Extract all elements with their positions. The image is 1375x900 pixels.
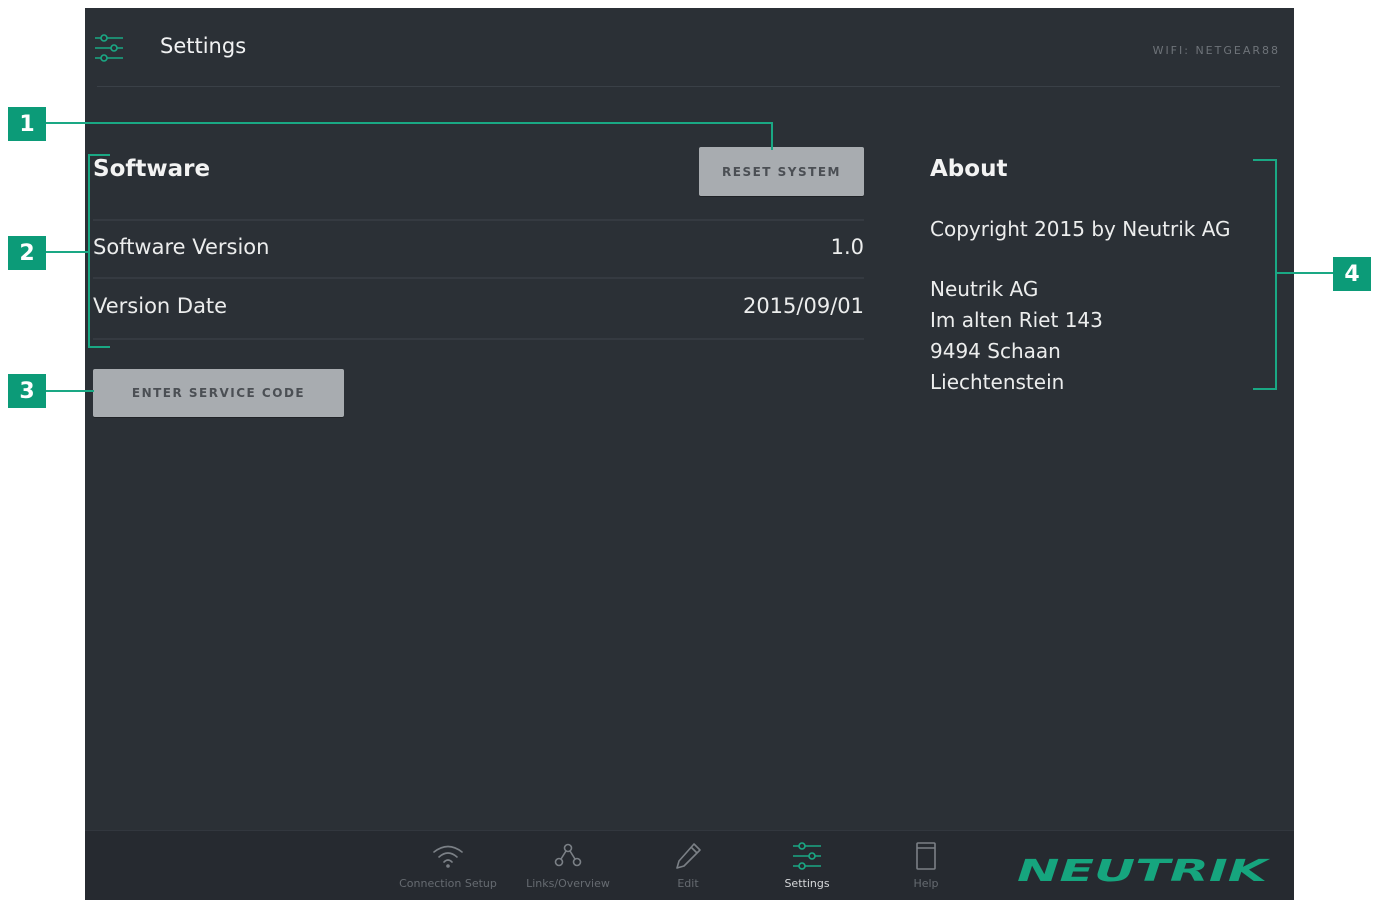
header-divider xyxy=(97,86,1280,87)
row-divider xyxy=(93,338,864,340)
callout-line xyxy=(46,251,88,253)
links-icon xyxy=(554,843,582,867)
callout-line xyxy=(46,122,773,124)
sliders-icon[interactable] xyxy=(93,33,125,63)
nav-item-connection-setup[interactable]: Connection Setup xyxy=(388,841,508,890)
version-date-label: Version Date xyxy=(93,294,228,318)
callout-bracket xyxy=(88,346,110,348)
nav-label-connection-setup: Connection Setup xyxy=(399,877,497,890)
callout-bracket xyxy=(88,154,110,156)
nav-label-edit: Edit xyxy=(677,877,699,890)
software-version-label: Software Version xyxy=(93,235,270,259)
callout-badge: 1 xyxy=(8,107,46,141)
row-divider xyxy=(93,219,864,221)
address-line: Im alten Riet 143 xyxy=(930,308,1103,332)
software-version-value: 1.0 xyxy=(830,235,864,259)
version-date-value: 2015/09/01 xyxy=(742,294,864,318)
callout-line xyxy=(1276,272,1333,274)
callout-badge: 3 xyxy=(8,374,46,408)
reset-system-button[interactable]: RESET SYSTEM xyxy=(699,147,864,196)
pencil-icon xyxy=(676,843,701,869)
neutrik-logo: NEUTRIK xyxy=(1017,855,1272,885)
nav-label-help: Help xyxy=(913,877,939,890)
nav-label-settings: Settings xyxy=(784,877,830,890)
header: Settings WIFI: NETGEAR88 xyxy=(85,8,1294,88)
app-window: Settings WIFI: NETGEAR88 Software RESET … xyxy=(85,8,1294,900)
address-line: 9494 Schaan xyxy=(930,339,1061,363)
callout-bracket xyxy=(1253,159,1277,161)
nav-label-links-overview: Links/Overview xyxy=(526,877,610,890)
callout-bracket xyxy=(1253,388,1277,390)
bottom-nav: Connection Setup Links/Overview Edit Set… xyxy=(85,830,1294,900)
nav-item-links-overview[interactable]: Links/Overview xyxy=(508,841,628,890)
enter-service-code-button[interactable]: ENTER SERVICE CODE xyxy=(93,369,344,417)
callout-bracket xyxy=(1275,159,1277,390)
nav-item-help[interactable]: Help xyxy=(866,841,986,890)
page-title: Settings xyxy=(160,34,247,58)
address-line: Neutrik AG xyxy=(930,277,1039,301)
wifi-icon xyxy=(433,845,463,868)
nav-item-edit[interactable]: Edit xyxy=(628,841,748,890)
copyright-text: Copyright 2015 by Neutrik AG xyxy=(930,217,1231,241)
logo-text: NEUTRIK xyxy=(1017,855,1272,885)
about-heading: About xyxy=(930,156,1008,182)
callout-line xyxy=(46,390,94,392)
callout-bracket xyxy=(88,154,90,348)
row-divider xyxy=(93,277,864,279)
software-heading: Software xyxy=(93,156,211,182)
callout-badge: 2 xyxy=(8,236,46,270)
nav-item-settings[interactable]: Settings xyxy=(747,841,867,890)
wifi-status: WIFI: NETGEAR88 xyxy=(1152,44,1280,57)
book-icon xyxy=(916,842,936,870)
callout-badge: 4 xyxy=(1333,257,1371,291)
sliders-icon xyxy=(793,842,821,870)
address-line: Liechtenstein xyxy=(930,370,1065,394)
callout-line xyxy=(771,122,773,150)
